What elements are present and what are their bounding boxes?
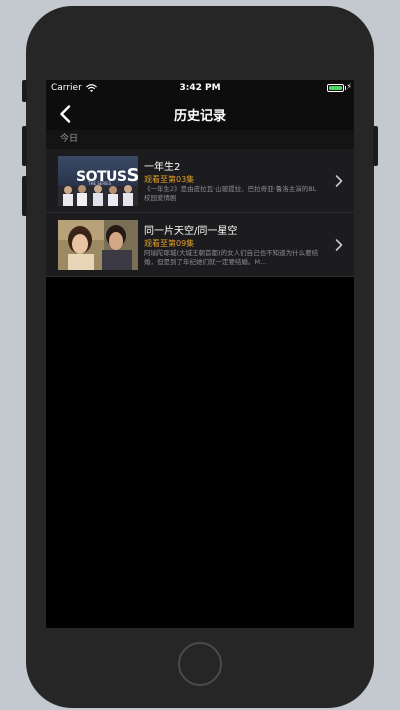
status-time: 3:42 PM xyxy=(179,83,221,93)
chevron-right-icon xyxy=(335,239,343,251)
history-item-description: 《一年生2》是由皮拉瓦·山玻提拉、巴拉奇亚·鲁洛主演的BL校园爱情剧 xyxy=(144,185,317,202)
history-list: SOTUSS THE SERIES 一年生2 观看至第03集 《一年生2》是由皮… xyxy=(46,149,354,277)
thumbnail-subtitle-text: THE SERIES xyxy=(88,181,112,186)
history-item-progress: 观看至第03集 xyxy=(144,175,195,184)
bolt-icon: ⚡ xyxy=(346,82,352,91)
history-item-1[interactable]: SOTUSS THE SERIES 一年生2 观看至第03集 《一年生2》是由皮… xyxy=(46,149,354,213)
history-item-thumbnail xyxy=(58,220,138,270)
phone-mute-switch xyxy=(22,80,27,102)
status-bar: Carrier 3:42 PM ⚡ xyxy=(46,80,354,98)
app-screen: Carrier 3:42 PM ⚡ 历史记录 今日 SOTUSS THE SER… xyxy=(46,80,354,628)
history-item-title: 一年生2 xyxy=(144,162,181,173)
home-button[interactable] xyxy=(178,642,222,686)
page-title: 历史记录 xyxy=(173,109,226,124)
navigation-bar: 历史记录 xyxy=(46,98,354,130)
battery-level-fill xyxy=(329,86,342,90)
drama-poster-image xyxy=(58,220,138,270)
phone-volume-down xyxy=(22,176,27,216)
battery-icon xyxy=(327,84,344,92)
chevron-right-icon xyxy=(335,175,343,187)
phone-power-button xyxy=(373,126,378,166)
history-item-description: 阿瑜陀耶城(大城王朝首都)的女人们自己也不知道为什么要结婚，但是到了年纪她们就一… xyxy=(144,249,319,266)
history-item-progress: 观看至第09集 xyxy=(144,239,195,248)
history-item-title: 同一片天空/同一星空 xyxy=(144,226,238,237)
phone-volume-up xyxy=(22,126,27,166)
history-item-2[interactable]: 同一片天空/同一星空 观看至第09集 阿瑜陀耶城(大城王朝首都)的女人们自己也不… xyxy=(46,213,354,277)
history-item-thumbnail: SOTUSS THE SERIES xyxy=(58,156,138,206)
section-header-today: 今日 xyxy=(46,130,354,149)
